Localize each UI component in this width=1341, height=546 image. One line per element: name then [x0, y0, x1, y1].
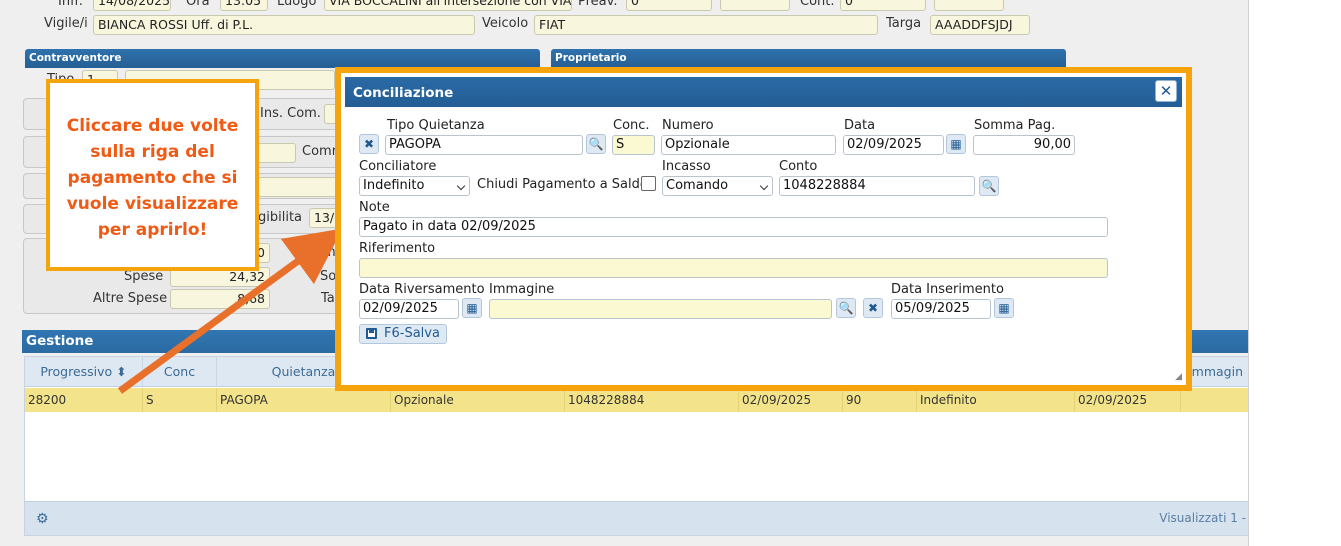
gestione-title: Gestione [26, 333, 94, 349]
data-input[interactable]: 02/09/2025 [843, 135, 944, 155]
riferimento-input[interactable] [359, 258, 1108, 278]
calendar-inserimento-icon[interactable]: ▦ [994, 298, 1014, 318]
close-icon[interactable]: ✕ [1155, 80, 1177, 102]
conc-input[interactable]: S [612, 135, 655, 155]
vigile-field[interactable]: BIANCA ROSSI Uff. di P.L. [93, 15, 475, 35]
conciliatore-label: Conciliatore [359, 159, 437, 174]
ora-field[interactable]: 13:05 [220, 0, 268, 11]
calendar-data-icon[interactable]: ▦ [946, 134, 966, 154]
save-button[interactable]: F6-Salva [359, 324, 447, 344]
save-button-label: F6-Salva [384, 326, 440, 341]
ins-com-label: Ins. Com. [260, 106, 321, 121]
veicolo-label: Veicolo [482, 16, 529, 31]
conto-input[interactable]: 1048228884 [779, 176, 975, 196]
preav-extra-field[interactable] [720, 0, 790, 11]
ora-label: Ora [186, 0, 210, 9]
luogo-field[interactable]: VIA BOCCALINI all'intersezione con VIA B… [324, 0, 572, 11]
preav-field[interactable]: 0 [626, 0, 712, 11]
riferimento-label: Riferimento [359, 241, 436, 256]
chiudi-pagamento-label: Chiudi Pagamento a Saldo [477, 177, 648, 192]
infr-label: Infr. [58, 0, 83, 9]
search-immagine-icon[interactable]: 🔍 [836, 298, 856, 318]
note-input[interactable]: Pagato in data 02/09/2025 [359, 217, 1108, 237]
gear-icon[interactable]: ⚙ [36, 511, 49, 527]
calendar-riversamento-icon[interactable]: ▦ [462, 298, 482, 318]
somma-pag-label: Somma Pag. [974, 118, 1056, 133]
tipo-quietanza-input[interactable]: PAGOPA [385, 135, 583, 155]
data-inserimento-input[interactable]: 05/09/2025 [891, 299, 991, 319]
incasso-label: Incasso [662, 159, 711, 174]
callout-line-3: pagamento che si [67, 168, 238, 188]
contravventore-header: Contravventore [25, 49, 540, 68]
callout-arrow-icon [117, 228, 343, 394]
data-riversamento-label: Data Riversamento [359, 282, 485, 297]
somma-pag-input[interactable]: 90,00 [973, 135, 1075, 155]
dialog-title: Conciliazione [353, 85, 454, 101]
grid-footer-count: Visualizzati 1 - [1159, 511, 1246, 525]
chiudi-pagamento-checkbox[interactable] [641, 176, 656, 191]
callout-line-4: vuole visualizzare [66, 194, 239, 214]
conto-label: Conto [779, 159, 818, 174]
cont-label: Cont. [800, 0, 835, 9]
col-progressivo-label: Progressivo [40, 364, 113, 379]
conc-label: Conc. [613, 118, 650, 133]
resize-handle-icon[interactable]: ◢ [1175, 372, 1182, 382]
dialog-titlebar: Conciliazione ✕ [345, 77, 1182, 107]
infr-date-field[interactable]: 14/08/2025 [93, 0, 171, 11]
veicolo-field[interactable]: FIAT [534, 15, 878, 35]
cell-conto: 1048228884 [565, 388, 739, 412]
cont-extra-field[interactable] [934, 0, 1004, 11]
callout-line-1: Cliccare due volte [66, 116, 239, 136]
conciliazione-dialog: Conciliazione ✕ Tipo Quietanza Conc. Num… [335, 67, 1192, 391]
cell-conciliatore: Indefinito [917, 388, 1075, 412]
floppy-icon [366, 328, 377, 339]
cell-data: 02/09/2025 [739, 388, 843, 412]
conciliatore-select[interactable]: Indefinito [359, 176, 470, 196]
incasso-select[interactable]: Comando [662, 176, 773, 196]
cell-numero: Opzionale [391, 388, 565, 412]
search-conto-icon[interactable]: 🔍 [979, 176, 999, 196]
targa-label: Targa [886, 16, 922, 31]
vigile-label: Vigile/i [44, 16, 88, 31]
numero-label: Numero [662, 118, 714, 133]
targa-field[interactable]: AAADDFSJDJ [930, 15, 1030, 35]
luogo-label: Luogo [277, 0, 317, 9]
note-label: Note [359, 200, 390, 215]
immagine-input[interactable] [489, 299, 832, 319]
col-immagine-label: Immagin [1187, 364, 1244, 379]
callout-line-2: sulla riga del [90, 142, 215, 162]
data-inserimento-label: Data Inserimento [891, 282, 1004, 297]
proprietario-header: Proprietario [551, 49, 1066, 68]
immagine-label: Immagine [489, 282, 555, 297]
cell-data-inserimento: 02/09/2025 [1075, 388, 1181, 412]
grid-footer: ⚙ Visualizzati 1 - [25, 501, 1248, 535]
preav-label: Preav. [578, 0, 618, 9]
data-riversamento-input[interactable]: 02/09/2025 [359, 299, 459, 319]
numero-input[interactable]: Opzionale [661, 135, 836, 155]
cell-somma: 90 [843, 388, 917, 412]
panel-row-3-field[interactable] [258, 177, 338, 197]
clear-immagine-icon[interactable]: ✖ [863, 298, 883, 318]
data-label: Data [844, 118, 876, 133]
clear-tipo-quietanza-icon[interactable]: ✖ [359, 134, 379, 154]
cont-field[interactable]: 0 [840, 0, 926, 11]
search-tipo-quietanza-icon[interactable]: 🔍 [586, 134, 606, 154]
tipo-quietanza-label: Tipo Quietanza [387, 118, 485, 133]
